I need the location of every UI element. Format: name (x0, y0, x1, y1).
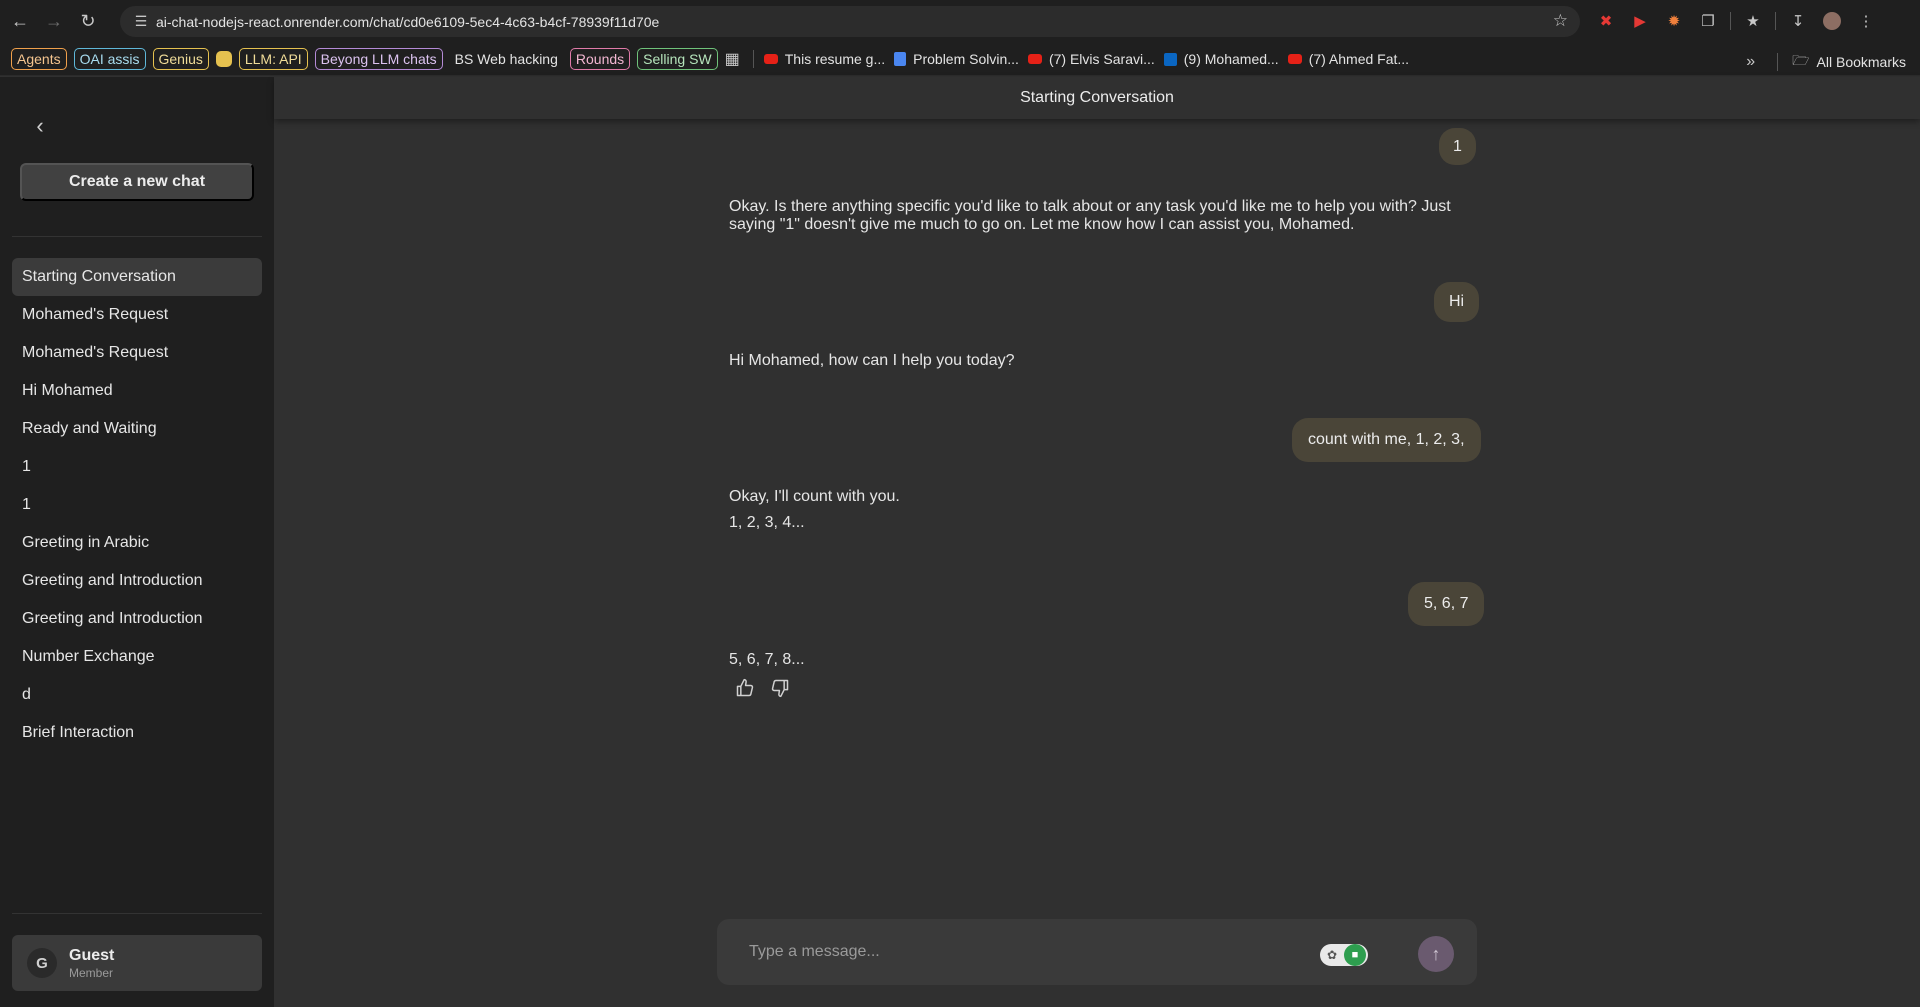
user-message: 5, 6, 7 (1408, 582, 1485, 626)
bookmarks-bar: Agents OAI assis Genius LLM: API Beyong … (0, 43, 1920, 76)
extensions-puzzle-icon[interactable]: ❐ (1696, 9, 1720, 33)
browser-toolbar: ← → ↻ ☰ ai-chat-nodejs-react.onrender.co… (0, 0, 1920, 43)
address-bar[interactable]: ☰ ai-chat-nodejs-react.onrender.com/chat… (120, 6, 1580, 37)
youtube-icon (1287, 54, 1302, 64)
bookmark-link[interactable]: This resume g... (763, 51, 885, 67)
bookmark-chip[interactable]: OAI assis (73, 48, 146, 70)
model-toggle[interactable]: ✿ ■ (1320, 944, 1368, 966)
chat-item[interactable]: Brief Interaction (12, 714, 262, 752)
assistant-message: Okay. Is there anything specific you'd l… (729, 198, 1451, 233)
youtube-icon (1027, 54, 1042, 64)
sidebar-divider (12, 236, 262, 237)
sidebar-divider (12, 913, 262, 914)
linkedin-icon (1163, 52, 1177, 66)
reload-icon[interactable]: ↻ (74, 8, 102, 36)
more-bookmarks-icon[interactable]: » (1746, 53, 1755, 71)
bookmark-link[interactable]: (9) Mohamed... (1163, 51, 1279, 67)
user-meta: Guest Member (69, 947, 114, 980)
all-bookmarks-link[interactable]: All Bookmarks (1817, 54, 1906, 70)
extension-red-x-icon[interactable]: ✖ (1594, 9, 1618, 33)
collapse-sidebar-icon[interactable]: ‹ (28, 113, 52, 138)
bookmark-chip[interactable]: Genius (152, 48, 209, 70)
bookmark-chip[interactable]: BS Web hacking (450, 49, 563, 69)
site-settings-icon[interactable]: ☰ (126, 13, 156, 30)
arrow-up-icon: ↑ (1431, 943, 1441, 964)
chat-item[interactable]: 1 (12, 486, 262, 524)
chat-item[interactable]: Hi Mohamed (12, 372, 262, 410)
bookmark-star-icon[interactable]: ☆ (1553, 11, 1568, 31)
robot-icon: ■ (1344, 944, 1366, 966)
folder-icon: 🗁 (1792, 52, 1810, 68)
url-text[interactable]: ai-chat-nodejs-react.onrender.com/chat/c… (156, 14, 659, 30)
chat-title: Starting Conversation (274, 77, 1920, 119)
message-input[interactable] (749, 943, 1309, 961)
chat-history-list: Starting Conversation Mohamed's Request … (12, 258, 262, 752)
assistant-message: Hi Mohamed, how can I help you today? (729, 352, 1015, 369)
bookmark-chip[interactable]: Agents (11, 48, 67, 70)
user-role: Member (69, 965, 114, 980)
bookmarks-star-icon[interactable]: ★ (1741, 9, 1765, 33)
chat-item[interactable]: Number Exchange (12, 638, 262, 676)
bookmark-chip-empty[interactable] (215, 51, 232, 67)
avatar: G (27, 948, 57, 978)
docs-icon (894, 52, 907, 66)
bookmark-link[interactable]: (7) Elvis Saravi... (1027, 51, 1155, 67)
chat-item[interactable]: Greeting in Arabic (12, 524, 262, 562)
bookmarks-right: » 🗁 All Bookmarks (1746, 50, 1906, 74)
user-profile-card[interactable]: G Guest Member (12, 935, 262, 991)
extensions-area: ✖ ▶ ✹ ❐ ★ ↧ ⋮ (1594, 9, 1878, 33)
bookmarks-divider (1777, 53, 1779, 71)
bookmarks-divider (752, 50, 754, 68)
user-message: count with me, 1, 2, 3, (1292, 418, 1481, 462)
user-message: Hi (1434, 282, 1480, 322)
message-composer: ✿ ■ ↑ (717, 919, 1477, 985)
chat-item[interactable]: 1 (12, 448, 262, 486)
chat-item[interactable]: d (12, 676, 262, 714)
back-icon[interactable]: ← (6, 8, 34, 36)
extension-play-icon[interactable]: ▶ (1628, 9, 1652, 33)
leaf-icon: ✿ (1326, 948, 1338, 962)
feedback-buttons (735, 678, 790, 698)
chat-main: Starting Conversation 1 Okay. Is there a… (274, 77, 1920, 1007)
user-name: Guest (69, 946, 115, 964)
bookmark-link[interactable]: Problem Solvin... (894, 51, 1019, 67)
create-new-chat-button[interactable]: Create a new chat (20, 163, 254, 201)
toolbar-divider (1775, 12, 1776, 30)
bookmark-chip[interactable]: LLM: API (238, 48, 308, 70)
bookmark-chip[interactable]: Selling SW (637, 48, 718, 70)
sidebar: ‹ Create a new chat Starting Conversatio… (0, 77, 274, 1007)
assistant-message: Okay, I'll count with you. (729, 488, 900, 505)
download-icon[interactable]: ↧ (1786, 9, 1810, 33)
assistant-message: 1, 2, 3, 4... (729, 514, 805, 531)
assistant-message: 5, 6, 7, 8... (729, 651, 805, 668)
bookmark-chip[interactable]: Rounds (569, 48, 631, 70)
chat-item[interactable]: Ready and Waiting (12, 410, 262, 448)
chat-item[interactable]: Starting Conversation (12, 258, 262, 296)
chat-item[interactable]: Greeting and Introduction (12, 562, 262, 600)
bookmark-chip[interactable]: Beyong LLM chats (314, 48, 443, 70)
chat-item[interactable]: Greeting and Introduction (12, 600, 262, 638)
bookmark-link[interactable]: (7) Ahmed Fat... (1287, 51, 1409, 67)
user-message: 1 (1439, 128, 1476, 165)
send-button[interactable]: ↑ (1418, 936, 1454, 972)
thumbs-up-icon[interactable] (735, 678, 755, 698)
thumbs-down-icon[interactable] (770, 678, 790, 698)
chat-item[interactable]: Mohamed's Request (12, 296, 262, 334)
toolbar-divider (1730, 12, 1731, 30)
youtube-icon (763, 54, 778, 64)
forward-icon[interactable]: → (40, 8, 68, 36)
profile-avatar[interactable] (1820, 9, 1844, 33)
apps-grid-icon[interactable]: ▦ (725, 49, 740, 69)
extension-cookie-icon[interactable]: ✹ (1662, 9, 1686, 33)
chat-item[interactable]: Mohamed's Request (12, 334, 262, 372)
menu-dots-icon[interactable]: ⋮ (1854, 9, 1878, 33)
